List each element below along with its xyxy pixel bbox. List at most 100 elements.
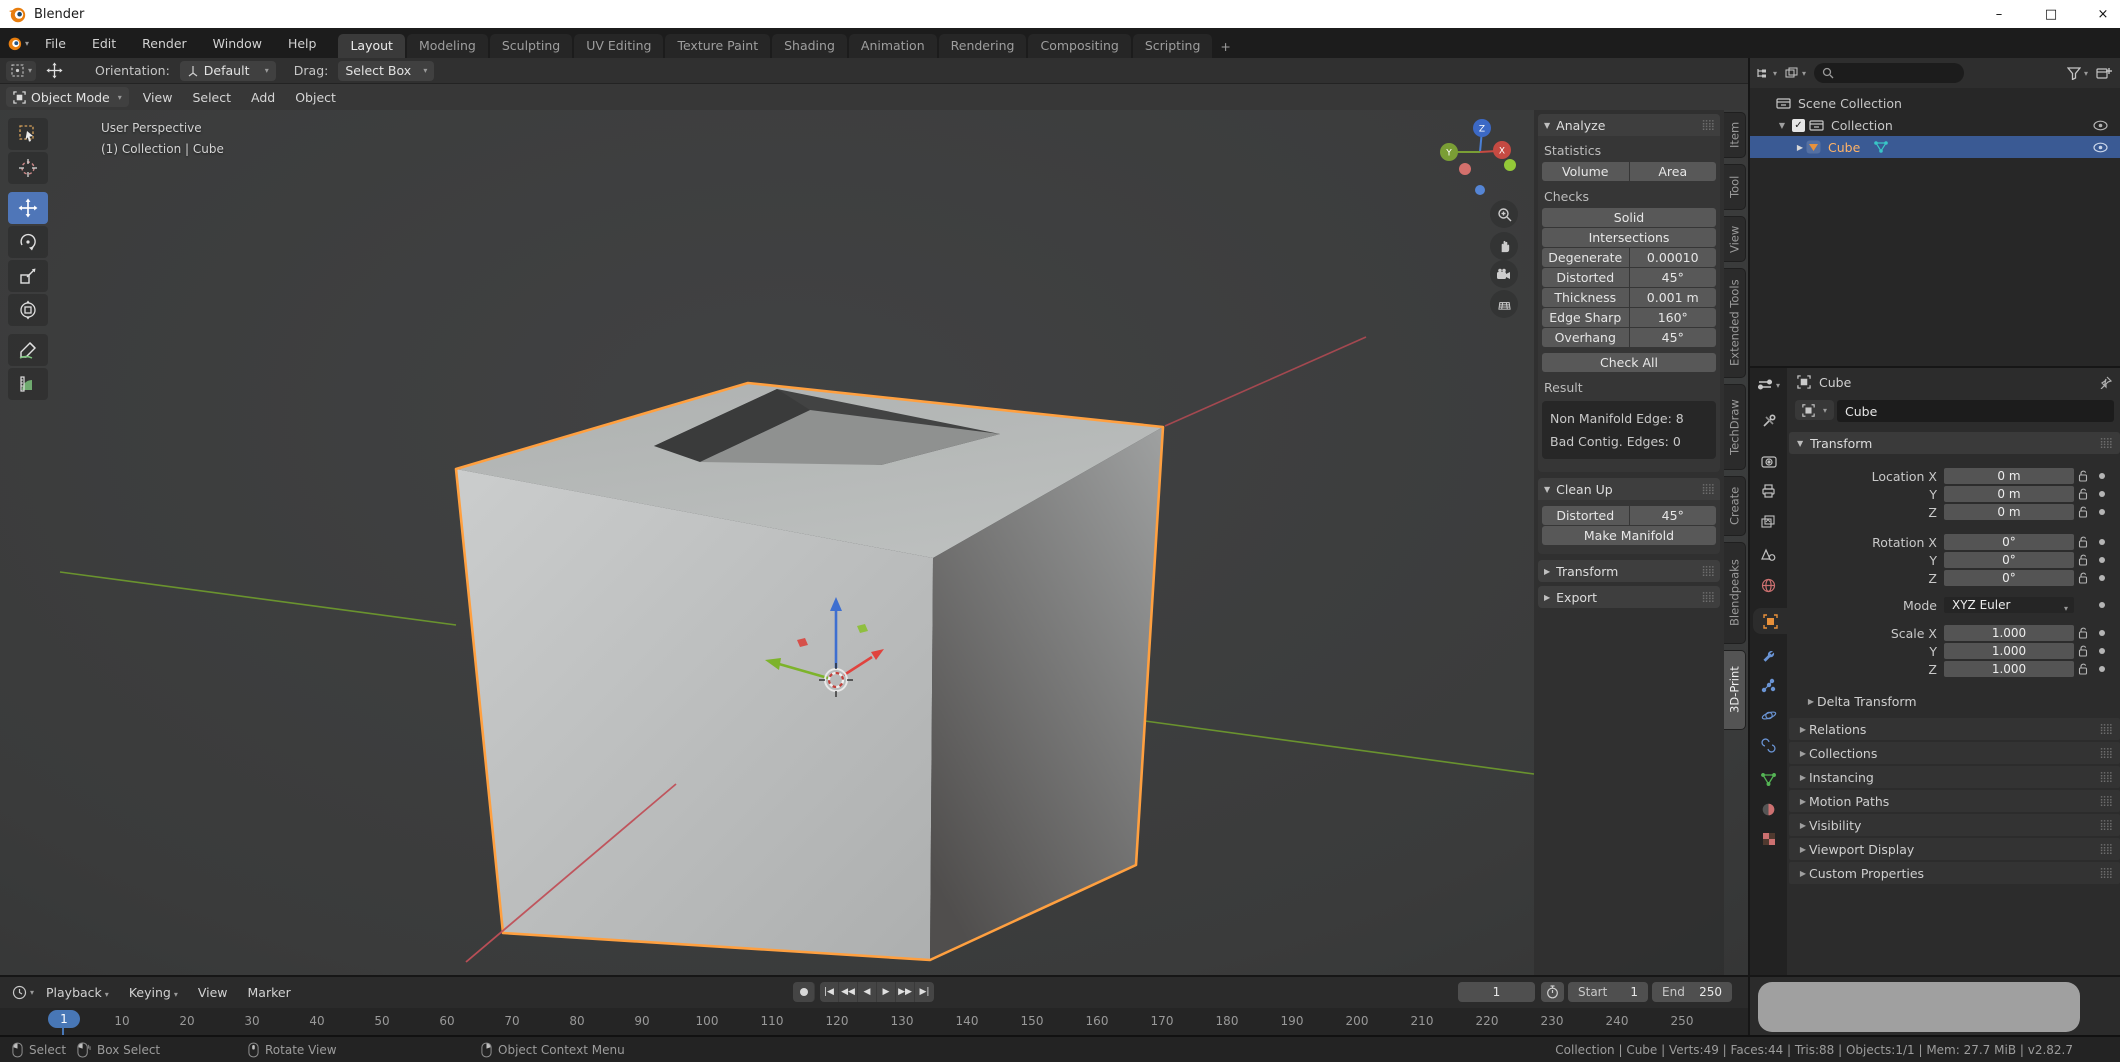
playhead[interactable]: 1 [48,1010,80,1028]
tab-object[interactable] [1753,608,1787,634]
menu-marker[interactable]: Marker [248,985,291,1000]
check-overhang-button[interactable]: Overhang [1542,328,1629,347]
cleanup-distorted-value[interactable]: 45° [1630,506,1717,525]
animate-dot-icon[interactable] [2099,539,2105,545]
menu-add[interactable]: Add [251,90,275,105]
prev-keyframe-button[interactable]: ◀◀ [839,982,858,1002]
ruler-frame-50[interactable]: 50 [365,1014,399,1028]
play-button[interactable]: ▶ [877,982,896,1002]
cleanup-panel-header[interactable]: ▼ Clean Up ⣿⣿ [1538,478,1720,500]
outliner-row-collection[interactable]: ▼ ✓ Collection [1750,114,2120,136]
pin-icon[interactable] [2099,376,2112,389]
outliner-row-cube[interactable]: ▶ Cube [1750,136,2120,158]
drag-dots-icon[interactable]: ⣿⣿ [2099,772,2112,783]
menu-edit[interactable]: Edit [92,36,116,51]
drag-dots-icon[interactable]: ⣿⣿ [2099,868,2112,879]
tab-shading[interactable]: Shading [772,34,847,58]
panel-collections[interactable]: ▶Collections⣿⣿ [1789,742,2120,764]
rotation-x-field[interactable]: 0° [1944,534,2074,550]
lock-icon[interactable] [2078,506,2089,518]
ruler-frame-130[interactable]: 130 [885,1014,919,1028]
drag-dots-icon[interactable]: ⣿⣿ [2099,438,2112,449]
zoom-button[interactable] [1490,200,1518,228]
drag-dots-icon[interactable]: ⣿⣿ [1701,120,1714,131]
panel-visibility[interactable]: ▶Visibility⣿⣿ [1789,814,2120,836]
ruler-frame-230[interactable]: 230 [1535,1014,1569,1028]
filter-type-dropdown[interactable]: ▾ [1785,66,1806,80]
rotation-y-field[interactable]: 0° [1944,552,2074,568]
expand-icon[interactable]: ▼ [1776,121,1788,130]
tab-sculpting[interactable]: Sculpting [490,34,572,58]
location-x-field[interactable]: 0 m [1944,468,2074,484]
orientation-dropdown[interactable]: Default ▾ [180,61,276,81]
ruler-frame-140[interactable]: 140 [950,1014,984,1028]
ruler-frame-200[interactable]: 200 [1340,1014,1374,1028]
menu-select[interactable]: Select [192,90,231,105]
pan-hand-button[interactable] [1490,232,1518,260]
check-degenerate-button[interactable]: Degenerate [1542,248,1629,267]
menu-view[interactable]: View [198,985,228,1000]
new-collection-button[interactable] [2096,66,2112,80]
lock-icon[interactable] [2078,572,2089,584]
tool-cursor[interactable] [8,152,48,184]
delta-transform-header[interactable]: ▶ Delta Transform [1805,693,1917,709]
filter-dropdown[interactable]: ▾ [2067,67,2088,80]
menu-view[interactable]: View [143,90,173,105]
ruler-frame-120[interactable]: 120 [820,1014,854,1028]
display-mode-dropdown[interactable]: ▾ [1756,66,1777,80]
tool-annotate[interactable] [8,334,48,366]
tab-compositing[interactable]: Compositing [1028,34,1130,58]
ruler-frame-240[interactable]: 240 [1600,1014,1634,1028]
volume-button[interactable]: Volume [1542,162,1629,181]
editor-type-button[interactable]: ▾ [8,983,38,1003]
make-manifold-button[interactable]: Make Manifold [1542,526,1716,545]
sidebar-tab-blendpeaks[interactable]: Blendpeaks [1724,542,1746,644]
add-workspace-button[interactable]: + [1214,35,1236,58]
blender-menu-icon[interactable]: ▾ [6,35,29,51]
scale-x-field[interactable]: 1.000 [1944,625,2074,641]
drag-dots-icon[interactable]: ⣿⣿ [2099,748,2112,759]
tool-measure[interactable] [8,368,48,400]
ruler-frame-110[interactable]: 110 [755,1014,789,1028]
play-reverse-button[interactable]: ◀ [858,982,877,1002]
rotation-z-field[interactable]: 0° [1944,570,2074,586]
jump-to-start-button[interactable]: |◀ [820,982,839,1002]
ruler-frame-90[interactable]: 90 [625,1014,659,1028]
menu-keying[interactable]: Keying▾ [129,985,178,1000]
drag-dots-icon[interactable]: ⣿⣿ [1701,484,1714,495]
ruler-frame-20[interactable]: 20 [170,1014,204,1028]
outliner-search-input[interactable] [1814,63,1964,83]
drag-dropdown[interactable]: Select Box ▾ [338,61,434,81]
ruler-frame-80[interactable]: 80 [560,1014,594,1028]
animate-dot-icon[interactable] [2099,630,2105,636]
lock-icon[interactable] [2078,470,2089,482]
tab-output[interactable] [1750,478,1787,504]
animate-dot-icon[interactable] [2099,473,2105,479]
tab-constraints[interactable] [1750,732,1787,758]
tab-world[interactable] [1750,572,1787,598]
object-name-input[interactable]: Cube [1837,400,2114,422]
maximize-button[interactable]: □ [2042,7,2060,22]
animate-dot-icon[interactable] [2099,602,2105,608]
tab-particles[interactable] [1750,672,1787,698]
menu-object[interactable]: Object [295,90,336,105]
tab-render[interactable] [1750,448,1787,474]
ortho-toggle-button[interactable] [1490,290,1518,318]
tool-select-box[interactable] [8,118,48,150]
next-keyframe-button[interactable]: ▶▶ [896,982,915,1002]
drag-dots-icon[interactable]: ⣿⣿ [2099,796,2112,807]
tab-view-layer[interactable] [1750,508,1787,534]
menu-playback[interactable]: Playback▾ [46,985,109,1000]
tool-rotate[interactable] [8,226,48,258]
camera-view-button[interactable] [1490,260,1518,288]
ruler-frame-40[interactable]: 40 [300,1014,334,1028]
check-solid-button[interactable]: Solid [1542,208,1716,227]
preview-range-stopwatch-button[interactable] [1541,982,1564,1002]
drag-dots-icon[interactable]: ⣿⣿ [1701,566,1714,577]
ruler-frame-150[interactable]: 150 [1015,1014,1049,1028]
distorted-value[interactable]: 45° [1630,268,1717,287]
breadcrumb[interactable]: Cube [1819,375,1851,390]
animate-dot-icon[interactable] [2099,491,2105,497]
ruler-frame-10[interactable]: 10 [105,1014,139,1028]
ruler-frame-70[interactable]: 70 [495,1014,529,1028]
